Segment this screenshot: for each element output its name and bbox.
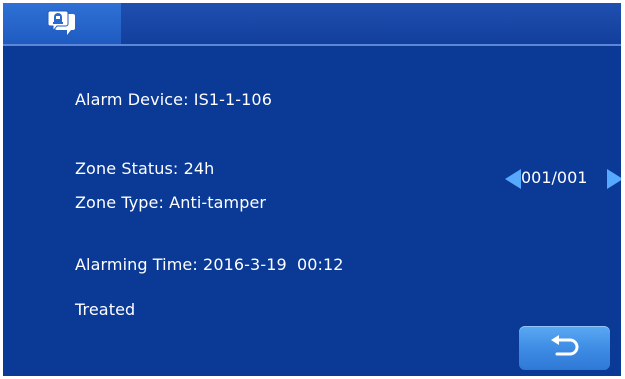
alarming-time-clock: 00:12	[296, 255, 344, 274]
message-alarm-icon	[47, 10, 75, 35]
zone-status-row: Zone Status: 24h	[75, 159, 214, 178]
pager-count: 001/001	[521, 168, 588, 187]
top-bar	[3, 3, 621, 46]
zone-status-value: 24h	[183, 159, 215, 178]
alarm-device-label: Alarm Device:	[75, 90, 189, 109]
pager: 001/001	[505, 164, 621, 194]
alarm-device-value: IS1-1-106	[193, 90, 272, 109]
alarming-time-date: 2016-3-19	[203, 255, 287, 274]
zone-type-label: Zone Type:	[75, 193, 164, 212]
zone-type-value: Anti-tamper	[169, 193, 267, 212]
alarming-time-label: Alarming Time:	[75, 255, 198, 274]
zone-status-label: Zone Status:	[75, 159, 179, 178]
triangle-right-icon[interactable]	[607, 169, 621, 189]
alarm-device-row: Alarm Device: IS1-1-106	[75, 90, 272, 109]
alarming-time-row: Alarming Time: 2016-3-19 00:12	[75, 255, 344, 274]
tab-messages[interactable]	[3, 3, 121, 44]
triangle-left-icon[interactable]	[505, 169, 521, 189]
back-button[interactable]	[519, 326, 610, 370]
alarm-detail-screen: Alarm Device: IS1-1-106 Zone Status: 24h…	[3, 3, 621, 376]
return-arrow-icon	[551, 335, 579, 356]
zone-type-row: Zone Type: Anti-tamper	[75, 193, 266, 212]
alarm-info-panel: Alarm Device: IS1-1-106 Zone Status: 24h…	[3, 46, 621, 376]
alarm-state: Treated	[75, 300, 136, 319]
